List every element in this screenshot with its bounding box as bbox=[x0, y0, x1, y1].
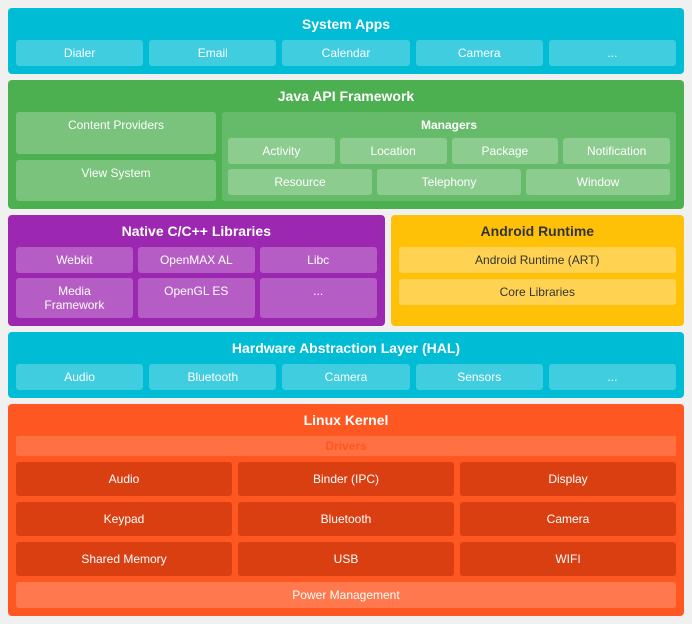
list-item: Core Libraries bbox=[399, 279, 676, 305]
list-item: Keypad bbox=[16, 502, 232, 536]
linux-kernel-layer: Linux Kernel Drivers Audio Binder (IPC) … bbox=[8, 404, 684, 616]
runtime-items: Android Runtime (ART) Core Libraries bbox=[399, 247, 676, 305]
list-item: WIFI bbox=[460, 542, 676, 576]
list-item: Android Runtime (ART) bbox=[399, 247, 676, 273]
android-runtime-layer: Android Runtime Android Runtime (ART) Co… bbox=[391, 215, 684, 326]
java-framework-inner: Content Providers View System Managers A… bbox=[16, 112, 676, 201]
list-item: Notification bbox=[563, 138, 670, 164]
power-management-box: Power Management bbox=[16, 582, 676, 608]
system-apps-title: System Apps bbox=[16, 16, 676, 32]
list-item: Bluetooth bbox=[238, 502, 454, 536]
list-item: Bluetooth bbox=[149, 364, 276, 390]
list-item: Libc bbox=[260, 247, 377, 273]
list-item: Display bbox=[460, 462, 676, 496]
java-framework-layer: Java API Framework Content Providers Vie… bbox=[8, 80, 684, 209]
list-item: Audio bbox=[16, 364, 143, 390]
list-item: ... bbox=[549, 40, 676, 66]
system-apps-layer: System Apps Dialer Email Calendar Camera… bbox=[8, 8, 684, 74]
hal-items-row: Audio Bluetooth Camera Sensors ... bbox=[16, 364, 676, 390]
list-item: Webkit bbox=[16, 247, 133, 273]
java-left-panel: Content Providers View System bbox=[16, 112, 216, 201]
list-item: OpenGL ES bbox=[138, 278, 255, 318]
list-item: Calendar bbox=[282, 40, 409, 66]
list-item: Binder (IPC) bbox=[238, 462, 454, 496]
list-item: Location bbox=[340, 138, 447, 164]
list-item: Shared Memory bbox=[16, 542, 232, 576]
list-item: Telephony bbox=[377, 169, 521, 195]
list-item: Camera bbox=[416, 40, 543, 66]
android-runtime-title: Android Runtime bbox=[399, 223, 676, 239]
drivers-grid: Audio Binder (IPC) Display Keypad Blueto… bbox=[16, 462, 676, 576]
list-item: ... bbox=[260, 278, 377, 318]
linux-kernel-title: Linux Kernel bbox=[16, 412, 676, 428]
view-system-box: View System bbox=[16, 160, 216, 202]
android-architecture-diagram: System Apps Dialer Email Calendar Camera… bbox=[0, 0, 692, 624]
content-providers-box: Content Providers bbox=[16, 112, 216, 154]
native-grid: Webkit OpenMAX AL Libc Media Framework O… bbox=[16, 247, 377, 318]
managers-panel: Managers Activity Location Package Notif… bbox=[222, 112, 676, 201]
hal-layer: Hardware Abstraction Layer (HAL) Audio B… bbox=[8, 332, 684, 398]
drivers-title: Drivers bbox=[16, 436, 676, 456]
list-item: Activity bbox=[228, 138, 335, 164]
list-item: Window bbox=[526, 169, 670, 195]
java-framework-title: Java API Framework bbox=[16, 88, 676, 104]
list-item: Camera bbox=[460, 502, 676, 536]
list-item: Resource bbox=[228, 169, 372, 195]
managers-row1: Activity Location Package Notification bbox=[228, 138, 670, 164]
list-item: OpenMAX AL bbox=[138, 247, 255, 273]
list-item: Camera bbox=[282, 364, 409, 390]
list-item: Sensors bbox=[416, 364, 543, 390]
native-title: Native C/C++ Libraries bbox=[16, 223, 377, 239]
list-item: ... bbox=[549, 364, 676, 390]
list-item: USB bbox=[238, 542, 454, 576]
native-libraries-layer: Native C/C++ Libraries Webkit OpenMAX AL… bbox=[8, 215, 385, 326]
list-item: Media Framework bbox=[16, 278, 133, 318]
managers-row2: Resource Telephony Window bbox=[228, 169, 670, 195]
hal-title: Hardware Abstraction Layer (HAL) bbox=[16, 340, 676, 356]
list-item: Audio bbox=[16, 462, 232, 496]
list-item: Dialer bbox=[16, 40, 143, 66]
system-apps-row: Dialer Email Calendar Camera ... bbox=[16, 40, 676, 66]
middle-row: Native C/C++ Libraries Webkit OpenMAX AL… bbox=[8, 215, 684, 326]
managers-title: Managers bbox=[228, 118, 670, 132]
list-item: Package bbox=[452, 138, 559, 164]
list-item: Email bbox=[149, 40, 276, 66]
